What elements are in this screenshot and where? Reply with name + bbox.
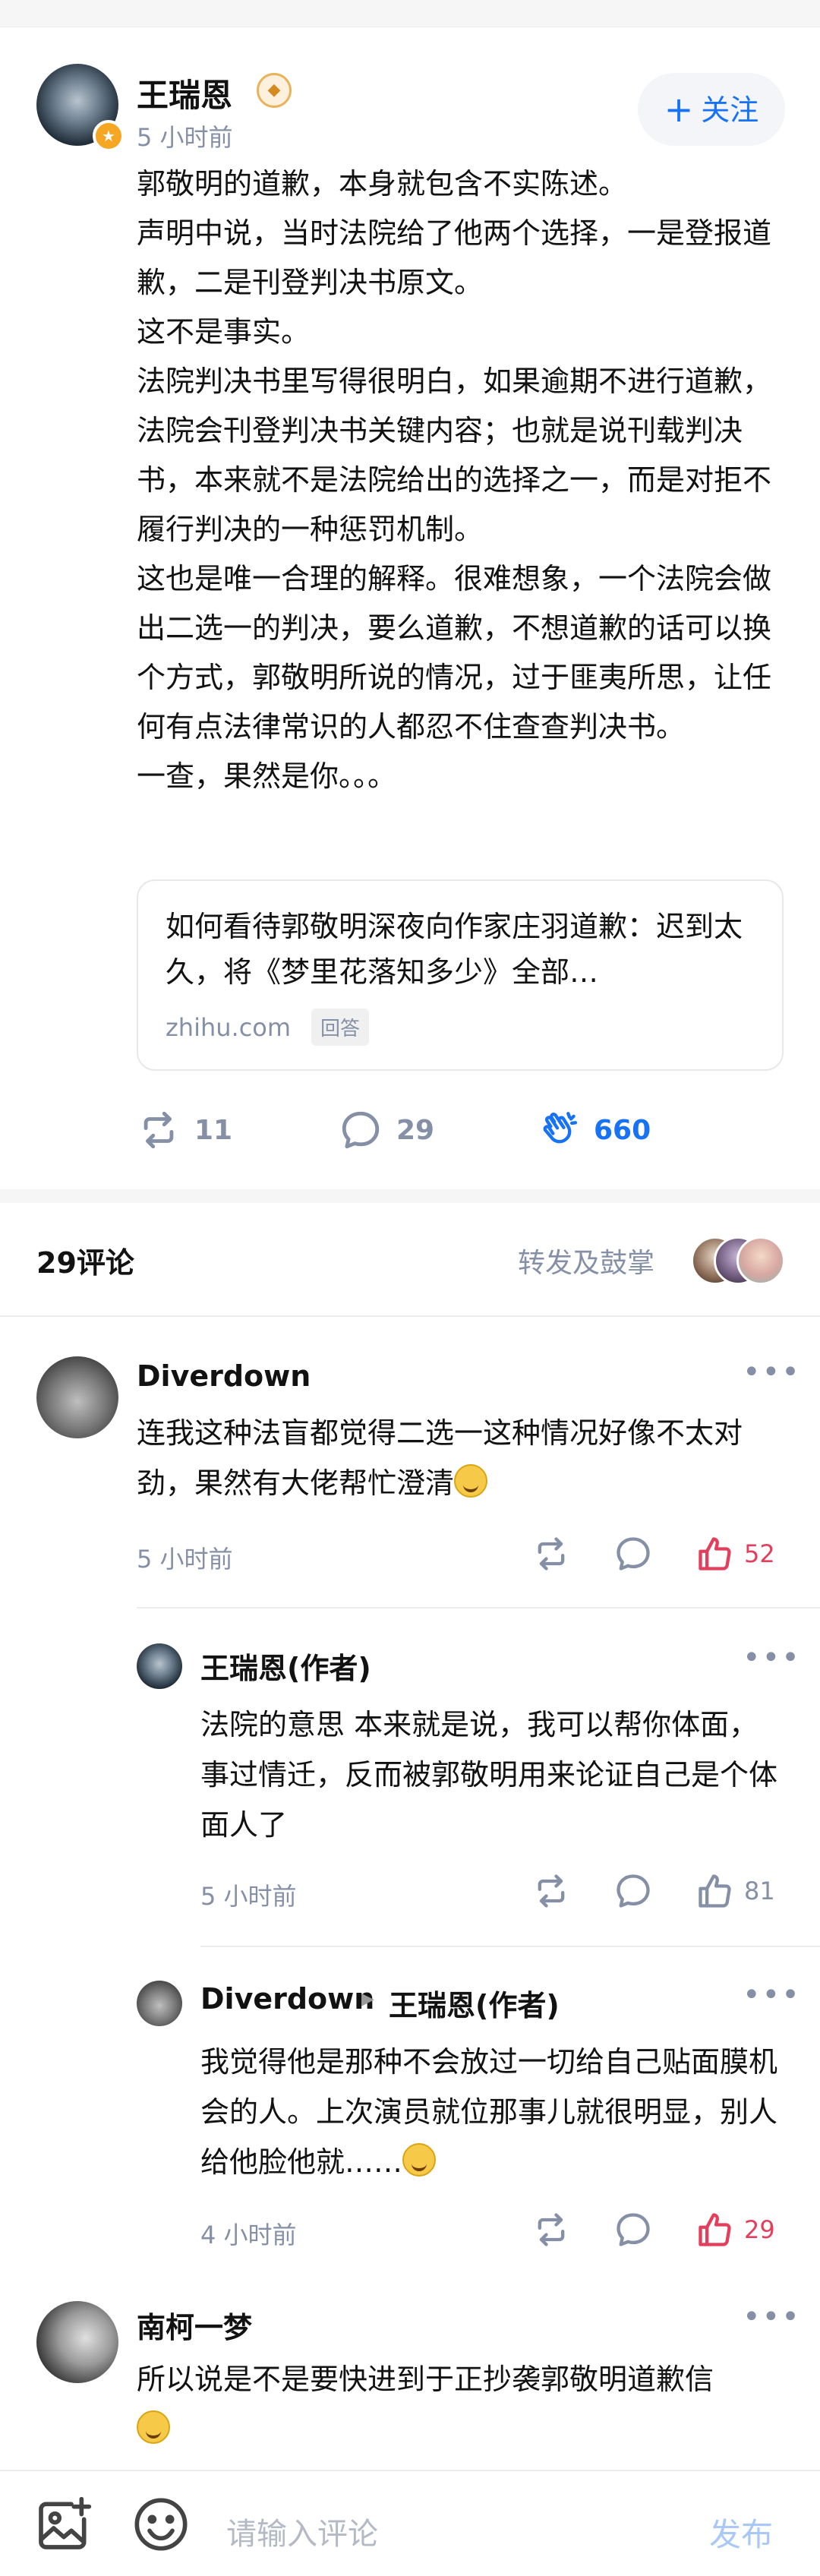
- post-paragraph: 法院判决书里写得很明白，如果逾期不进行道歉，法院会刊登判决书关键内容；也就是说刊…: [137, 365, 772, 546]
- comment-text: 法院的意思 本来就是说，我可以帮你体面，事过情迁，反而被郭敬明用来论证自己是个体…: [200, 1708, 778, 1842]
- link-card[interactable]: 如何看待郭敬明深夜向作家庄羽道歉：迟到太久，将《梦里花落知多少》全部… zhih…: [137, 879, 784, 1071]
- reply-icon[interactable]: [613, 2210, 653, 2249]
- post-paragraph: 这不是事实。: [137, 315, 311, 349]
- link-domain: zhihu.com: [166, 1013, 292, 1042]
- comment-action[interactable]: 29: [339, 1100, 434, 1160]
- post-paragraph: 声明中说，当时法院给了他两个选择，一是登报道歉，二是刊登判决书原文。: [137, 216, 772, 299]
- link-type-tag: 回答: [311, 1009, 370, 1046]
- repost-action[interactable]: 11: [137, 1100, 232, 1160]
- comment-text: 所以说是不是要快进到于正抄袭郭敬明道歉信: [137, 2354, 790, 2454]
- glasses-emoji-icon: [402, 2143, 437, 2177]
- post-time: 5 小时前: [137, 123, 233, 152]
- comment-input-bar: 请输入评论 发布: [0, 2470, 820, 2576]
- reply-icon[interactable]: [613, 1534, 653, 1574]
- comment-actions: 81: [531, 1868, 775, 1914]
- comment-author[interactable]: Diverdown: [200, 1982, 374, 2016]
- comment-input[interactable]: 请输入评论: [226, 2509, 378, 2553]
- comment-time: 5 小时前: [137, 1545, 233, 1574]
- reply-to-author[interactable]: 王瑞恩(作者): [389, 1982, 560, 2024]
- clap-icon: [543, 1112, 578, 1144]
- post-paragraph: 这也是唯一合理的解释。很难想象，一个法院会做出二选一的判决，要么道歉，不想道歉的…: [137, 562, 772, 743]
- repost-icon: [144, 1111, 174, 1149]
- like-count: 81: [744, 1877, 775, 1905]
- comment-text-body: 连我这种法盲都觉得二选一这种情况好像不太对劲，果然有大佬帮忙澄清: [137, 1416, 743, 1500]
- emoji-picker-icon[interactable]: [131, 2494, 191, 2555]
- publish-button[interactable]: 发布: [709, 2509, 773, 2555]
- repost-and-applause-link[interactable]: 转发及鼓掌: [518, 1241, 654, 1280]
- post-body: 郭敬明的道歉，本身就包含不实陈述。 声明中说，当时法院给了他两个选择，一是登报道…: [137, 159, 790, 801]
- divider: [0, 1315, 820, 1317]
- reply-icon[interactable]: [613, 1871, 653, 1911]
- more-options-icon[interactable]: •••: [743, 1978, 801, 2012]
- divider: [200, 1946, 820, 1947]
- plus-icon: +: [664, 89, 694, 130]
- comment-actions: 29: [531, 2207, 775, 2252]
- comment-avatar[interactable]: [36, 2301, 118, 2383]
- repost-icon[interactable]: [531, 1871, 571, 1911]
- repost-count: 11: [194, 1114, 233, 1146]
- image-upload-icon[interactable]: [33, 2494, 94, 2555]
- divider: [137, 1607, 820, 1608]
- comment-text-body: 我觉得他是那种不会放过一切给自己贴面膜机会的人。上次演员就位那事儿就很明显，别人…: [200, 2045, 778, 2179]
- like-icon[interactable]: [695, 1534, 735, 1574]
- comment-author[interactable]: 王瑞恩(作者): [200, 1645, 371, 1687]
- applause-action[interactable]: 660: [536, 1100, 651, 1160]
- supporter-avatars[interactable]: [691, 1236, 790, 1285]
- author-name[interactable]: 王瑞恩: [137, 70, 232, 116]
- like-count: 52: [744, 1539, 775, 1568]
- comment-avatar[interactable]: [36, 1356, 118, 1438]
- comment-author[interactable]: 南柯一梦: [137, 2304, 252, 2346]
- more-options-icon[interactable]: •••: [743, 1355, 801, 1390]
- follow-button[interactable]: + 关注: [638, 73, 785, 146]
- like-count: 29: [744, 2215, 775, 2244]
- comment-avatar[interactable]: [137, 1981, 182, 2026]
- reply-arrow-icon: ▶: [361, 1990, 374, 2009]
- repost-icon[interactable]: [531, 2210, 571, 2249]
- comment-avatar[interactable]: [137, 1643, 182, 1689]
- comment-text: 我觉得他是那种不会放过一切给自己贴面膜机会的人。上次演员就位那事儿就很明显，别人…: [200, 2037, 785, 2187]
- grin-emoji-icon: [454, 1464, 488, 1498]
- post-paragraph: 郭敬明的道歉，本身就包含不实陈述。: [137, 167, 628, 200]
- verified-badge-icon: ◆: [257, 73, 292, 108]
- comments-count: 29评论: [36, 1246, 134, 1280]
- star-badge-icon: ★: [93, 120, 125, 152]
- money-face-emoji-icon: [137, 2410, 170, 2444]
- applause-count: 660: [594, 1114, 651, 1146]
- comment-count: 29: [396, 1114, 435, 1146]
- top-strip: [0, 0, 820, 27]
- like-icon[interactable]: [695, 2210, 735, 2249]
- like-icon[interactable]: [695, 1871, 735, 1911]
- comment-time: 5 小时前: [200, 1882, 297, 1911]
- comment-icon: [342, 1111, 380, 1149]
- avatar: [736, 1236, 785, 1285]
- comment-actions: 52: [531, 1531, 775, 1577]
- comment-time: 4 小时前: [200, 2221, 297, 2249]
- section-separator: [0, 1189, 820, 1203]
- repost-icon[interactable]: [531, 1534, 571, 1574]
- follow-label: 关注: [701, 93, 759, 127]
- link-title: 如何看待郭敬明深夜向作家庄羽道歉：迟到太久，将《梦里花落知多少》全部…: [166, 910, 743, 989]
- more-options-icon[interactable]: •••: [743, 2300, 801, 2334]
- comment-author[interactable]: Diverdown: [137, 1359, 311, 1393]
- more-options-icon[interactable]: •••: [743, 1640, 801, 1675]
- comment-text: 连我这种法盲都觉得二选一这种情况好像不太对劲，果然有大佬帮忙澄清: [137, 1408, 790, 1508]
- comment-text-body: 所以说是不是要快进到于正抄袭郭敬明道歉信: [137, 2363, 714, 2396]
- post-paragraph: 一查，果然是你。。。: [137, 759, 397, 793]
